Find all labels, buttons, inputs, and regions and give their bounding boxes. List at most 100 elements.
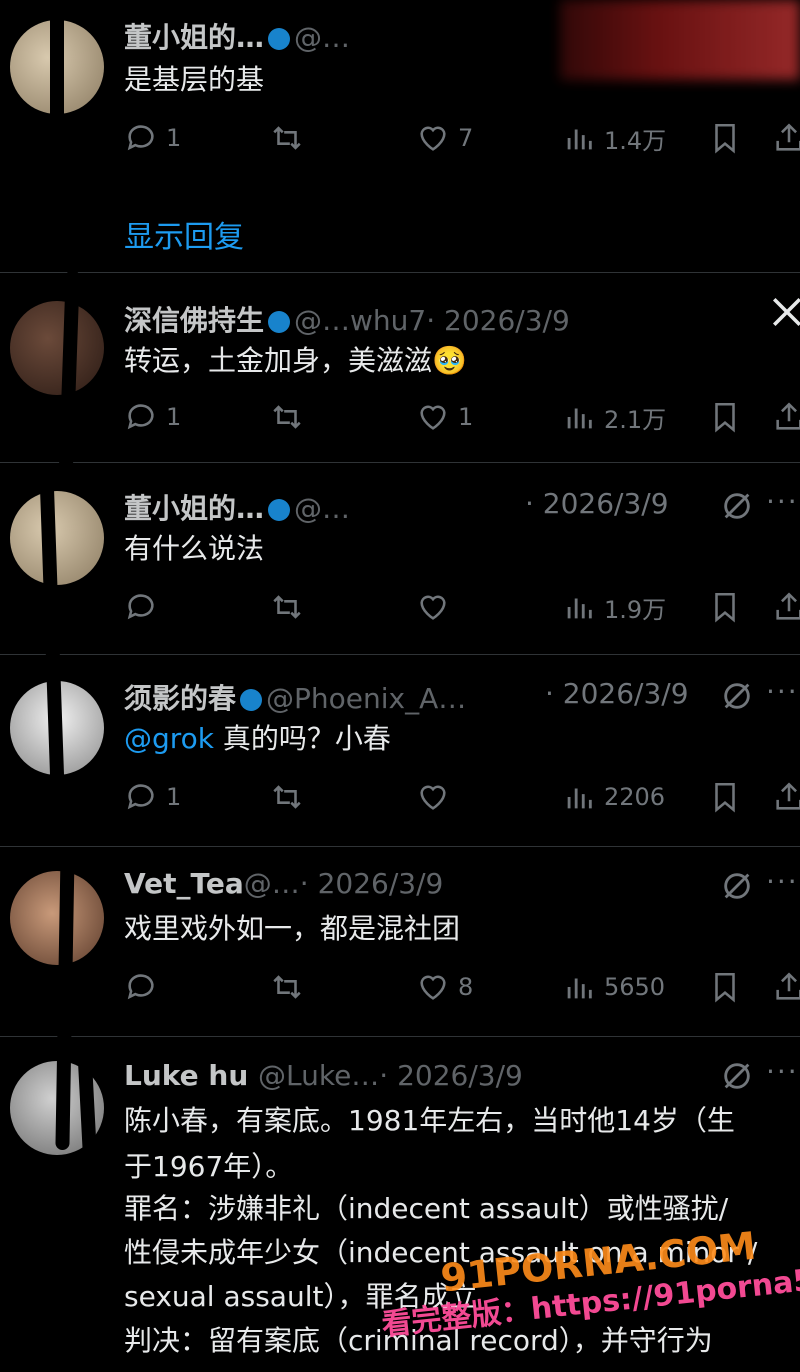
author-name[interactable]: 须影的春 @Phoenix_A… <box>124 677 466 717</box>
tweet-text-line: 罪名：涉嫌非礼（indecent assault）或性骚扰/ <box>124 1192 729 1225</box>
heart-icon <box>420 785 446 810</box>
views-button[interactable]: 1.4万 <box>562 118 666 158</box>
heart-icon <box>420 405 446 430</box>
author-name[interactable]: Vet_Tea@…· 2026/3/9 <box>124 867 443 900</box>
grok-icon[interactable] <box>720 869 754 903</box>
like-button[interactable] <box>416 587 458 627</box>
author-name[interactable]: 董小姐的… @… <box>124 16 350 56</box>
reply-button[interactable]: 1 <box>124 397 181 437</box>
repost-button[interactable] <box>270 587 304 627</box>
heart-icon <box>420 595 446 620</box>
grok-icon[interactable] <box>720 1059 754 1093</box>
x-logo-icon <box>772 297 800 327</box>
analytics-icon <box>567 598 592 619</box>
repost-button[interactable] <box>270 967 304 1007</box>
tweet-text: 戏里戏外如一，都是混社团 <box>124 912 461 945</box>
grok-icon[interactable] <box>720 679 754 713</box>
more-icon[interactable]: ··· <box>766 485 799 518</box>
like-button[interactable]: 8 <box>416 967 473 1007</box>
tweet-text-line: 陈小春，有案底。1981年左右，当时他14岁（生 <box>124 1104 735 1137</box>
more-icon[interactable]: ··· <box>766 675 799 708</box>
tweet-text: 有什么说法 <box>124 532 265 565</box>
like-button[interactable]: 1 <box>416 397 473 437</box>
share-icon <box>776 592 800 620</box>
tweet-5[interactable]: Vet_Tea@…· 2026/3/9 ··· 戏里戏外如一，都是混社团 8 5… <box>0 847 800 1035</box>
repost-button[interactable] <box>270 777 304 817</box>
mention-link[interactable]: @grok <box>124 722 214 755</box>
repost-icon <box>273 405 301 429</box>
show-replies-link[interactable]: 显示回复 <box>124 212 244 256</box>
repost-icon <box>273 975 301 999</box>
bookmark-button[interactable] <box>708 967 742 1007</box>
author-name[interactable]: 深信佛持生 @…whu7· 2026/3/9 <box>124 299 570 339</box>
verified-badge-icon <box>268 28 291 50</box>
repost-button[interactable] <box>270 118 304 158</box>
bookmark-icon <box>715 123 735 154</box>
bookmark-button[interactable] <box>708 397 742 437</box>
bookmark-icon <box>715 592 735 623</box>
heart-icon <box>420 975 446 1000</box>
avatar[interactable] <box>10 491 104 585</box>
bookmark-button[interactable] <box>708 118 742 158</box>
tweet-text: 转运，土金加身，美滋滋🥹 <box>124 344 467 377</box>
like-button[interactable]: 7 <box>416 118 473 158</box>
verified-badge-icon <box>240 689 263 711</box>
tweet-date[interactable]: · 2026/3/9 <box>525 487 669 520</box>
reply-button[interactable]: 1 <box>124 777 181 817</box>
more-icon[interactable]: ··· <box>766 865 799 898</box>
reply-icon <box>127 784 154 810</box>
repost-icon <box>273 595 301 619</box>
share-button[interactable] <box>772 777 800 817</box>
repost-icon <box>273 785 301 809</box>
bookmark-icon <box>715 782 735 813</box>
tweet-4[interactable]: 须影的春 @Phoenix_A… · 2026/3/9 ··· @grok 真的吗… <box>0 655 800 845</box>
reply-button[interactable] <box>124 587 166 627</box>
tweet-text: @grok 真的吗？小春 <box>124 722 391 755</box>
tweet-2[interactable]: 深信佛持生 @…whu7· 2026/3/9 转运，土金加身，美滋滋🥹 1 1 2… <box>0 273 800 461</box>
reply-icon <box>127 404 154 430</box>
avatar[interactable] <box>10 871 104 965</box>
author-name[interactable]: 董小姐的… @… <box>124 487 350 527</box>
analytics-icon <box>567 788 592 809</box>
like-button[interactable] <box>416 777 458 817</box>
analytics-icon <box>567 129 592 150</box>
reply-button[interactable] <box>124 967 166 1007</box>
analytics-icon <box>567 408 592 429</box>
verified-badge-icon <box>268 311 291 333</box>
analytics-icon <box>567 978 592 999</box>
share-icon <box>776 123 800 151</box>
views-button[interactable]: 5650 <box>562 967 665 1007</box>
reply-icon <box>127 125 154 151</box>
tweet-date[interactable]: · 2026/3/9 <box>545 677 689 710</box>
reply-icon <box>127 974 154 1000</box>
action-bar: 1 7 1.4万 <box>124 118 800 158</box>
share-button[interactable] <box>772 587 800 627</box>
grok-icon[interactable] <box>720 489 754 523</box>
share-icon <box>776 972 800 1000</box>
tweet-3[interactable]: 董小姐的… @… · 2026/3/9 ··· 有什么说法 1.9万 <box>0 463 800 653</box>
share-button[interactable] <box>772 397 800 437</box>
bookmark-button[interactable] <box>708 777 742 817</box>
views-button[interactable]: 2.1万 <box>562 397 666 437</box>
reply-icon <box>127 594 154 620</box>
views-button[interactable]: 1.9万 <box>562 587 666 627</box>
scribble-stroke <box>50 0 64 200</box>
share-button[interactable] <box>772 967 800 1007</box>
action-bar: 1 2206 <box>124 777 800 817</box>
share-icon <box>776 402 800 430</box>
repost-button[interactable] <box>270 397 304 437</box>
author-name[interactable]: Luke hu @Luke…· 2026/3/9 <box>124 1059 523 1092</box>
more-icon[interactable]: ··· <box>766 1055 799 1088</box>
share-button[interactable] <box>772 118 800 158</box>
views-button[interactable]: 2206 <box>562 777 665 817</box>
bookmark-button[interactable] <box>708 587 742 627</box>
heart-icon <box>420 126 446 151</box>
reply-button[interactable]: 1 <box>124 118 181 158</box>
tweet-text-line: 于1967年）。 <box>124 1150 294 1183</box>
share-icon <box>776 782 800 810</box>
tweet-text: 是基层的基 <box>124 63 265 96</box>
avatar[interactable] <box>10 301 104 395</box>
tweet-1[interactable]: 董小姐的… @… 是基层的基 1 7 1.4万 显示回复 <box>0 0 800 272</box>
action-bar: 1.9万 <box>124 587 800 627</box>
repost-icon <box>273 126 301 150</box>
